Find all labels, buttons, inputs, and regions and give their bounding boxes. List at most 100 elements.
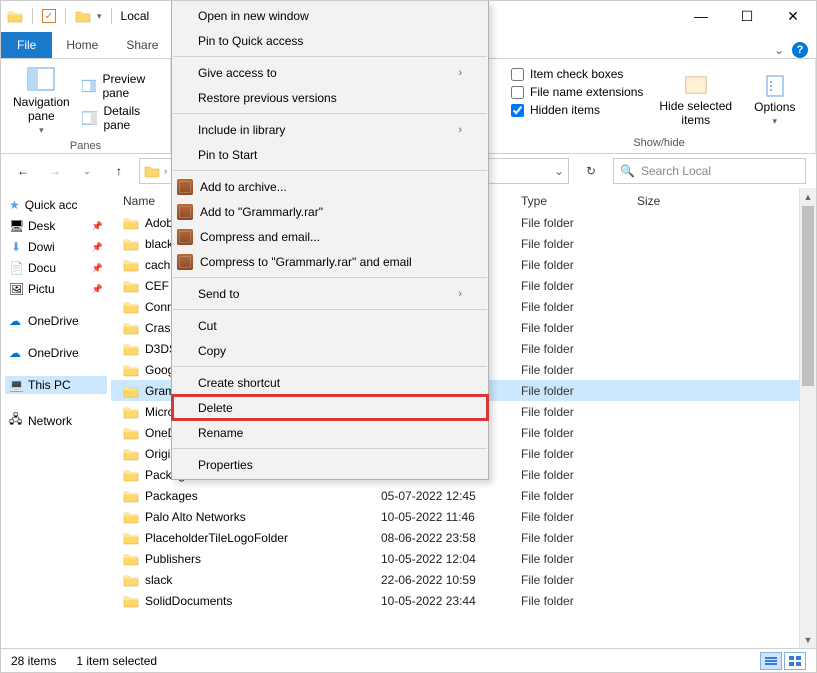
file-type: File folder bbox=[521, 258, 637, 272]
scroll-down-icon[interactable]: ▼ bbox=[800, 631, 816, 648]
item-count: 28 items bbox=[11, 654, 56, 668]
up-button[interactable]: ↑ bbox=[107, 159, 131, 183]
ctx-copy[interactable]: Copy bbox=[172, 338, 488, 363]
file-type: File folder bbox=[521, 405, 637, 419]
table-row[interactable]: Packages05-07-2022 12:45File folder bbox=[111, 485, 816, 506]
archive-icon bbox=[177, 254, 193, 270]
file-date: 05-07-2022 12:45 bbox=[381, 489, 521, 503]
folder-icon bbox=[123, 552, 139, 566]
ctx-give-access-to[interactable]: Give access to› bbox=[172, 60, 488, 85]
tree-onedrive[interactable]: ☁OneDrive bbox=[5, 312, 107, 330]
file-name: cach bbox=[145, 258, 170, 272]
archive-icon bbox=[177, 204, 193, 220]
file-type: File folder bbox=[521, 489, 637, 503]
ctx-open-new-window[interactable]: Open in new window bbox=[172, 3, 488, 28]
table-row[interactable]: SolidDocuments10-05-2022 23:44File folde… bbox=[111, 590, 816, 611]
status-bar: 28 items 1 item selected bbox=[1, 648, 816, 672]
ctx-properties[interactable]: Properties bbox=[172, 452, 488, 477]
file-type: File folder bbox=[521, 342, 637, 356]
table-row[interactable]: Palo Alto Networks10-05-2022 11:46File f… bbox=[111, 506, 816, 527]
hide-selected-button[interactable]: Hide selected items bbox=[653, 63, 738, 137]
file-type: File folder bbox=[521, 363, 637, 377]
context-menu: Open in new window Pin to Quick access G… bbox=[171, 1, 489, 480]
tree-network[interactable]: 🖧Network bbox=[5, 408, 107, 433]
ctx-compress-email[interactable]: Compress and email... bbox=[172, 224, 488, 249]
table-row[interactable]: PlaceholderTileLogoFolder 08-06-2022 23:5… bbox=[111, 527, 816, 548]
file-name: Crasl bbox=[145, 321, 173, 335]
file-name: Publishers bbox=[145, 552, 201, 566]
checkbox-icon[interactable]: ✓ bbox=[42, 9, 56, 23]
ctx-send-to[interactable]: Send to› bbox=[172, 281, 488, 306]
column-type[interactable]: Type bbox=[521, 194, 637, 208]
details-pane-button[interactable]: Details pane bbox=[82, 104, 162, 132]
archive-icon bbox=[177, 229, 193, 245]
tree-documents[interactable]: 📄Docu📌 bbox=[5, 259, 107, 277]
file-name: Conr bbox=[145, 300, 171, 314]
search-input[interactable]: 🔍 Search Local bbox=[613, 158, 806, 184]
submenu-icon: › bbox=[458, 288, 462, 300]
ctx-pin-quick-access[interactable]: Pin to Quick access bbox=[172, 28, 488, 53]
navigation-pane-button[interactable]: Navigation pane ▾ bbox=[9, 63, 74, 140]
forward-button[interactable]: → bbox=[43, 159, 67, 183]
maximize-button[interactable]: ☐ bbox=[724, 1, 770, 31]
ctx-cut[interactable]: Cut bbox=[172, 313, 488, 338]
ctx-delete[interactable]: Delete bbox=[172, 395, 488, 420]
file-type: File folder bbox=[521, 447, 637, 461]
refresh-button[interactable]: ↻ bbox=[577, 158, 605, 184]
details-view-button[interactable] bbox=[760, 652, 782, 670]
table-row[interactable]: slack22-06-2022 10:59File folder bbox=[111, 569, 816, 590]
submenu-icon: › bbox=[458, 124, 462, 136]
folder-icon bbox=[123, 531, 139, 545]
file-name: slack bbox=[145, 573, 172, 587]
navigation-tree: ★Quick acc 🖥Desk📌 ⬇Dowi📌 📄Docu📌 🖼Pictu📌 … bbox=[1, 188, 111, 648]
hidden-items-toggle[interactable]: Hidden items bbox=[511, 103, 643, 117]
file-type: File folder bbox=[521, 237, 637, 251]
search-icon: 🔍 bbox=[620, 164, 635, 178]
file-extensions-toggle[interactable]: File name extensions bbox=[511, 85, 643, 99]
ctx-include-in-library[interactable]: Include in library› bbox=[172, 117, 488, 142]
archive-icon bbox=[177, 179, 193, 195]
window-title: Local bbox=[121, 9, 150, 23]
preview-pane-button[interactable]: Preview pane bbox=[82, 72, 162, 100]
options-button[interactable]: Options ▾ bbox=[748, 63, 801, 137]
ctx-add-to-archive[interactable]: Add to archive... bbox=[172, 174, 488, 199]
folder-icon bbox=[123, 426, 139, 440]
chevron-down-icon[interactable]: ⌄ bbox=[774, 43, 784, 57]
ctx-pin-to-start[interactable]: Pin to Start bbox=[172, 142, 488, 167]
ctx-create-shortcut[interactable]: Create shortcut bbox=[172, 370, 488, 395]
tab-share[interactable]: Share bbox=[112, 32, 172, 58]
file-type: File folder bbox=[521, 279, 637, 293]
back-button[interactable]: ← bbox=[11, 159, 35, 183]
file-type: File folder bbox=[521, 384, 637, 398]
tree-onedrive[interactable]: ☁OneDrive bbox=[5, 344, 107, 362]
file-type: File folder bbox=[521, 468, 637, 482]
file-name: PlaceholderTileLogoFolder bbox=[145, 531, 288, 545]
folder-icon bbox=[123, 573, 139, 587]
minimize-button[interactable]: — bbox=[678, 1, 724, 31]
ctx-add-to-rar[interactable]: Add to "Grammarly.rar" bbox=[172, 199, 488, 224]
ctx-rename[interactable]: Rename bbox=[172, 420, 488, 445]
column-size[interactable]: Size bbox=[637, 194, 697, 208]
ctx-restore-previous[interactable]: Restore previous versions bbox=[172, 85, 488, 110]
help-icon[interactable]: ? bbox=[792, 42, 808, 58]
ctx-compress-rar-email[interactable]: Compress to "Grammarly.rar" and email bbox=[172, 249, 488, 274]
file-name: Goog bbox=[145, 363, 174, 377]
table-row[interactable]: Publishers10-05-2022 12:04File folder bbox=[111, 548, 816, 569]
scroll-up-icon[interactable]: ▲ bbox=[800, 188, 816, 205]
scrollbar[interactable]: ▲ ▼ bbox=[799, 188, 816, 648]
file-type: File folder bbox=[521, 552, 637, 566]
tree-desktop[interactable]: 🖥Desk📌 bbox=[5, 217, 107, 235]
scroll-thumb[interactable] bbox=[802, 206, 814, 386]
tab-file[interactable]: File bbox=[1, 32, 52, 58]
tree-quick-access[interactable]: ★Quick acc bbox=[5, 196, 107, 214]
recent-dropdown[interactable]: ⌄ bbox=[75, 159, 99, 183]
file-date: 08-06-2022 23:58 bbox=[381, 531, 521, 545]
tree-downloads[interactable]: ⬇Dowi📌 bbox=[5, 238, 107, 256]
close-button[interactable]: ✕ bbox=[770, 1, 816, 31]
item-checkboxes-toggle[interactable]: Item check boxes bbox=[511, 67, 643, 81]
tab-home[interactable]: Home bbox=[52, 32, 112, 58]
thumbnails-view-button[interactable] bbox=[784, 652, 806, 670]
tree-this-pc[interactable]: 💻This PC bbox=[5, 376, 107, 394]
tree-pictures[interactable]: 🖼Pictu📌 bbox=[5, 280, 107, 298]
file-type: File folder bbox=[521, 300, 637, 314]
